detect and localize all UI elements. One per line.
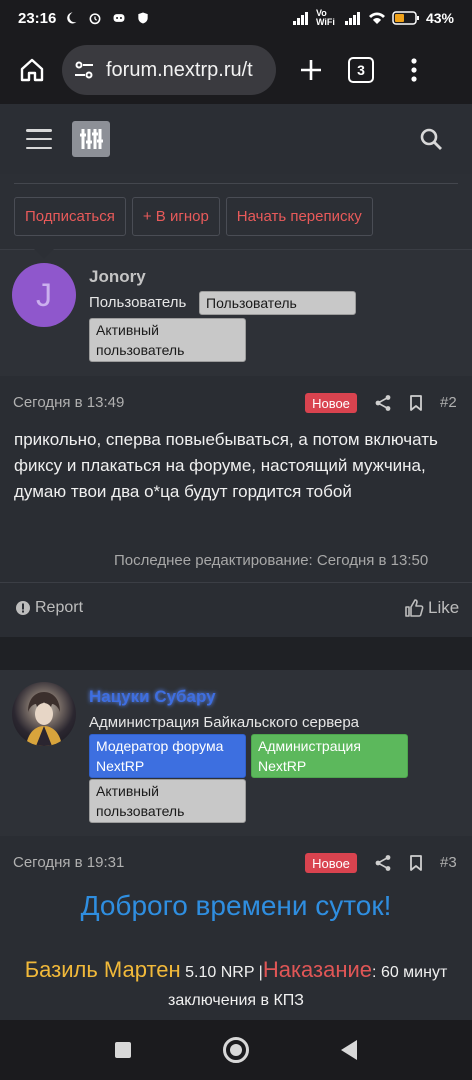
- greeting-text: Доброго времени суток!: [80, 890, 392, 921]
- username[interactable]: Нацуки Субару: [89, 687, 216, 707]
- clock: 23:16: [18, 9, 57, 27]
- new-badge: Новое: [305, 393, 357, 413]
- popup-divider: [14, 183, 458, 184]
- user-title: Администрация Байкальского сервера: [89, 714, 360, 731]
- user-badge: Активный пользователь: [89, 779, 246, 823]
- thread-page: J Jonory Пользователь Пользователь Актив…: [0, 174, 472, 1020]
- network-label: Vo WiFi: [315, 8, 335, 27]
- post-number[interactable]: #2: [440, 394, 457, 411]
- avatar[interactable]: J: [12, 263, 76, 327]
- username[interactable]: Jonory: [89, 267, 146, 287]
- avatar[interactable]: [12, 682, 76, 746]
- battery-icon: [392, 11, 419, 25]
- server-version: 5.10 NRP |: [180, 964, 263, 981]
- new-badge: Новое: [305, 853, 357, 873]
- post-date[interactable]: Сегодня в 13:49: [13, 394, 124, 411]
- more-icon: [411, 58, 417, 82]
- moon-icon: [67, 12, 77, 24]
- member-actions-popup: Подписаться + В игнор Начать переписку: [0, 174, 472, 250]
- avatar-letter: J: [36, 276, 52, 313]
- signal-icon: [292, 12, 308, 25]
- recents-icon[interactable]: [115, 1042, 131, 1058]
- subscribe-button[interactable]: Подписаться: [14, 197, 126, 236]
- status-left: 23:16: [18, 10, 152, 27]
- post-2-footer: Report Like: [0, 583, 472, 637]
- edited-note: Последнее редактирование: Сегодня в 13:5…: [114, 552, 429, 569]
- search-button[interactable]: [416, 124, 446, 154]
- new-tab-button[interactable]: [294, 50, 328, 90]
- home-nav-icon[interactable]: [223, 1037, 249, 1063]
- back-icon[interactable]: [341, 1040, 357, 1060]
- post-3: Сегодня в 19:31 Новое #3 Доброго времени…: [0, 836, 472, 1020]
- moderator-badge: Модератор форума NextRP: [89, 734, 246, 778]
- logo-icon[interactable]: [72, 121, 110, 157]
- post-date[interactable]: Сегодня в 19:31: [13, 854, 124, 871]
- logo-mark: [80, 129, 103, 149]
- start-conversation-button[interactable]: Начать переписку: [225, 197, 373, 236]
- tabs-button[interactable]: 3: [348, 57, 374, 83]
- browser-menu-button[interactable]: [404, 50, 424, 90]
- report-button[interactable]: Report: [15, 599, 83, 617]
- user-badge: Активный пользователь: [89, 318, 246, 362]
- post-message: прикольно, сперва повыебываться, а потом…: [14, 430, 438, 501]
- bookmark-icon[interactable]: [407, 394, 425, 412]
- post2-user-block: Нацуки Субару Администрация Байкальского…: [0, 670, 472, 836]
- share-icon[interactable]: [374, 394, 392, 412]
- user-badge: Пользователь: [199, 291, 356, 315]
- punishment-label: Наказание: [262, 957, 373, 982]
- post1-user-block: J Jonory Пользователь Пользователь Актив…: [0, 250, 472, 376]
- shield-icon: [138, 12, 149, 24]
- tune-icon[interactable]: [72, 58, 96, 82]
- search-icon: [420, 128, 442, 150]
- browser-toolbar: forum.nextrp.ru/t 3: [0, 36, 472, 104]
- plus-icon: [301, 60, 321, 80]
- flag-icon: [16, 601, 30, 615]
- battery-level: 43%: [425, 10, 454, 26]
- home-button[interactable]: [12, 50, 52, 90]
- post-number[interactable]: #3: [440, 854, 457, 871]
- forum-header: [0, 104, 472, 174]
- like-label: Like: [428, 598, 460, 617]
- thumbs-up-icon: [405, 599, 424, 617]
- discord-icon: [113, 14, 125, 22]
- player-name: Базиль Мартен: [24, 957, 181, 982]
- like-button[interactable]: Like: [404, 598, 459, 618]
- hamburger-icon[interactable]: [26, 129, 52, 149]
- report-label: Report: [35, 599, 84, 616]
- user-title: Пользователь: [89, 294, 187, 311]
- status-right: Vo WiFi 43%: [292, 9, 454, 27]
- url-text[interactable]: forum.nextrp.ru/t: [106, 59, 253, 82]
- home-icon: [20, 58, 44, 82]
- ignore-button[interactable]: + В игнор: [131, 197, 220, 236]
- admin-badge: Администрация NextRP: [251, 734, 408, 778]
- bookmark-icon[interactable]: [407, 854, 425, 872]
- signal-icon-2: [344, 12, 360, 25]
- popup-pointer: [34, 249, 54, 259]
- system-nav-bar: [0, 1020, 472, 1080]
- status-bar: 23:16 Vo WiFi 43%: [0, 0, 472, 36]
- share-icon[interactable]: [374, 854, 392, 872]
- avatar-art: [26, 692, 62, 746]
- tab-count: 3: [357, 62, 365, 78]
- punishment-line: Базиль Мартен 5.10 NRP |Наказание: 60 ми…: [0, 956, 472, 1015]
- wifi-icon: [368, 12, 385, 24]
- address-bar[interactable]: forum.nextrp.ru/t: [62, 45, 276, 95]
- popup-actions: Подписаться + В игнор Начать переписку: [14, 197, 373, 236]
- alarm-icon: [89, 13, 101, 25]
- post-2: Сегодня в 13:49 Новое #2 прикольно, спер…: [0, 376, 472, 582]
